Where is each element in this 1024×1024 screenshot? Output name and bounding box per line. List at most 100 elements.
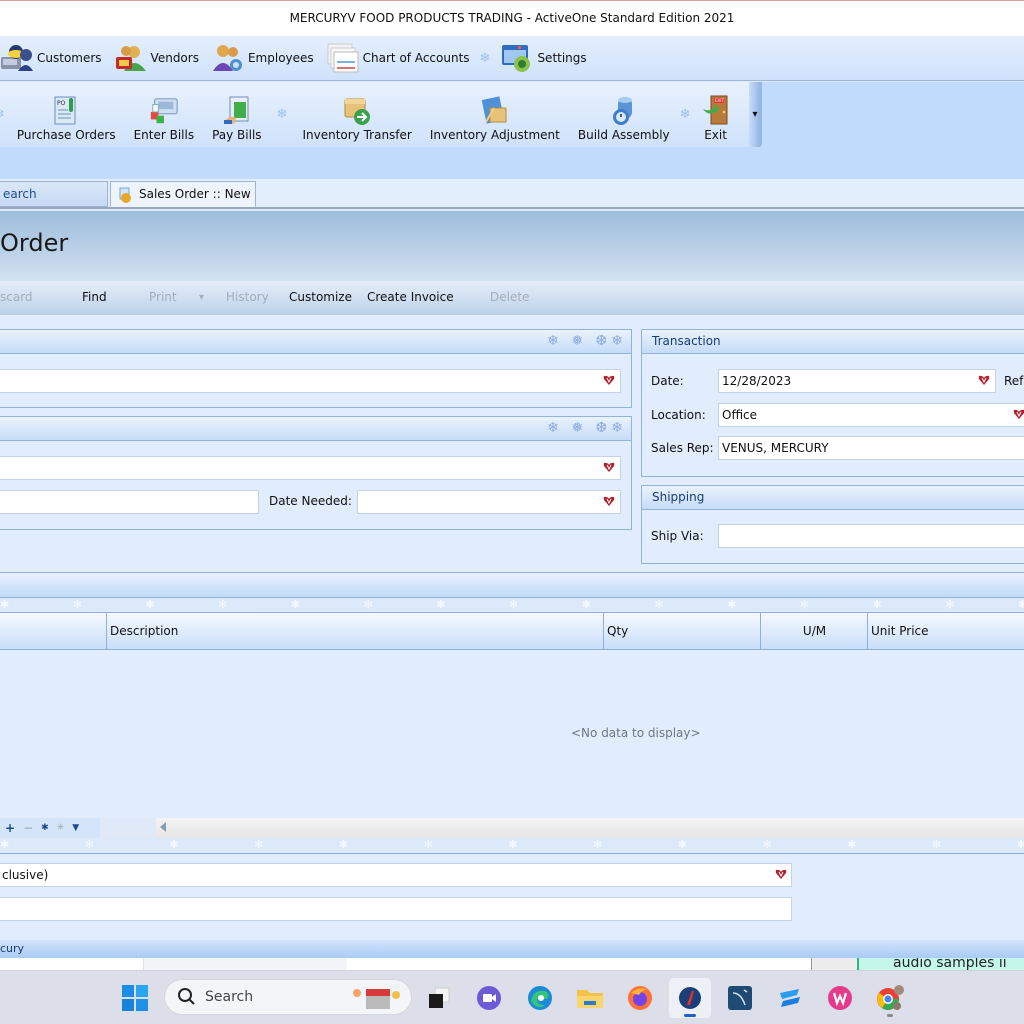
document-tab-strip: earch Documents Sales Order :: New — [0, 179, 1024, 225]
history-button[interactable]: History — [226, 290, 269, 304]
toolbar-enter-bills[interactable]: Enter Bills — [125, 82, 204, 147]
toolbar-enter-bills-label: Enter Bills — [133, 128, 195, 142]
toolbar-overflow-button[interactable]: ▾ — [749, 82, 761, 147]
nav-customers-label: Customers — [37, 51, 102, 65]
print-button[interactable]: Print — [149, 290, 177, 304]
column-header-unit-price[interactable]: Unit Price — [867, 613, 1024, 649]
taskbar-firefox[interactable] — [619, 978, 661, 1018]
dropdown-heart-icon[interactable] — [1013, 409, 1024, 420]
snowflake-icon: ❄ — [679, 107, 691, 122]
customer-combo[interactable] — [0, 369, 621, 393]
taskbar-task-view[interactable] — [418, 978, 460, 1018]
toolbar-inventory-transfer[interactable]: Inventory Transfer — [293, 82, 420, 147]
dropdown-heart-icon[interactable] — [603, 375, 615, 386]
memo-field[interactable] — [0, 897, 792, 921]
main-navbar: Customers Vendors Employees Chart of Acc… — [0, 36, 1024, 81]
print-dropdown-button[interactable]: ▾ — [199, 292, 204, 303]
toolbar-inventory-adjustment-label: Inventory Adjustment — [429, 128, 560, 142]
taskbar-search-box[interactable]: Search — [164, 979, 412, 1015]
snowflake-icon: ❄ — [276, 107, 288, 122]
dropdown-heart-icon[interactable] — [775, 869, 787, 880]
duplicate-row-icon[interactable]: ✳ — [57, 823, 65, 833]
toolbar-purchase-orders[interactable]: PO Purchase Orders — [5, 82, 125, 147]
date-field[interactable]: 12/28/2023 — [718, 369, 996, 393]
taskbar-mysql-workbench[interactable] — [719, 978, 761, 1018]
windows-logo-icon — [122, 985, 148, 1011]
toolbar-inventory-adjustment[interactable]: Inventory Adjustment — [421, 82, 569, 147]
column-header-qty[interactable]: Qty — [603, 613, 760, 649]
sales-rep-value: VENUS, MERCURY — [722, 441, 829, 455]
customize-button[interactable]: Customize — [289, 290, 352, 304]
remove-row-icon[interactable]: − — [23, 821, 33, 835]
taskbar-meet[interactable] — [468, 978, 510, 1018]
taskbar-file-explorer[interactable] — [569, 978, 611, 1018]
ship-to-combo[interactable] — [0, 456, 621, 480]
delete-button[interactable]: Delete — [490, 290, 529, 304]
create-invoice-button[interactable]: Create Invoice — [367, 290, 454, 304]
customer-panel: ❄ ❅ ❆❄ — [0, 329, 632, 408]
tab-search-documents[interactable]: earch Documents — [0, 181, 108, 225]
date-needed-field[interactable] — [357, 490, 621, 514]
taskbar-edge[interactable] — [519, 978, 561, 1018]
nav-settings-label: Settings — [537, 51, 587, 65]
taskbar-activeone[interactable] — [669, 978, 711, 1018]
toolbar-exit-label: Exit — [704, 128, 727, 142]
taskbar-blue-app[interactable] — [769, 978, 811, 1018]
transaction-panel-title: Transaction — [652, 334, 721, 348]
ship-via-label: Ship Via: — [651, 529, 704, 543]
vendors-icon — [114, 41, 148, 75]
insert-row-icon[interactable]: ✱ — [41, 823, 49, 833]
toolbar-purchase-orders-label: Purchase Orders — [16, 128, 116, 142]
column-header-um[interactable]: U/M — [760, 613, 868, 649]
dropdown-heart-icon[interactable] — [603, 462, 615, 473]
line-items-grid-header: Description Qty U/M Unit Price — [0, 612, 1024, 650]
grid-horizontal-scrollbar[interactable] — [156, 818, 1024, 838]
toolbar-build-assembly[interactable]: Build Assembly — [569, 82, 688, 147]
date-value: 12/28/2023 — [722, 374, 792, 388]
location-combo[interactable]: Office — [718, 403, 1024, 427]
chrome-icon — [877, 985, 904, 1010]
dropdown-heart-icon[interactable] — [978, 375, 990, 386]
discard-button[interactable]: scard — [0, 290, 33, 304]
scroll-left-arrow-icon[interactable] — [160, 822, 166, 832]
column-header-description[interactable]: Description — [106, 613, 603, 649]
inventory-adjustment-icon — [480, 96, 510, 126]
column-header-item[interactable] — [0, 613, 107, 649]
nav-customers[interactable]: Customers — [0, 36, 108, 80]
add-row-icon[interactable]: + — [5, 821, 15, 835]
transaction-panel-header: Transaction — [642, 330, 1024, 354]
start-button[interactable] — [121, 984, 149, 1012]
status-bar: cury — [0, 940, 1024, 958]
nav-chart-of-accounts[interactable]: Chart of Accounts — [320, 36, 476, 80]
toolbar-pay-bills[interactable]: Pay Bills — [203, 82, 270, 147]
window-title: MERCURYV FOOD PRODUCTS TRADING - ActiveO… — [289, 11, 735, 25]
sales-rep-combo[interactable]: VENUS, MERCURY — [718, 436, 1024, 460]
document-header — [0, 211, 1024, 281]
nav-employees-label: Employees — [247, 51, 314, 65]
toolbar-build-assembly-label: Build Assembly — [577, 128, 670, 142]
wps-office-icon — [828, 986, 852, 1010]
shipping-panel-title: Shipping — [652, 490, 705, 504]
find-button[interactable]: Find — [82, 290, 107, 304]
ship-to-panel: ❄ ❅ ❆❄ Date Needed: — [0, 416, 632, 530]
ship-via-combo[interactable] — [718, 524, 1024, 548]
line-items-grid-body[interactable] — [0, 650, 1024, 818]
dropdown-heart-icon[interactable] — [603, 496, 615, 507]
tax-combo[interactable]: clusive) — [0, 863, 792, 887]
enter-bills-icon — [149, 96, 179, 126]
filter-icon[interactable]: ▼ — [72, 823, 79, 833]
nav-employees[interactable]: Employees — [205, 36, 320, 80]
settings-icon — [500, 41, 534, 75]
tab-sales-order-new[interactable]: Sales Order :: New — [110, 181, 256, 207]
customer-panel-header: ❄ ❅ ❆❄ — [0, 330, 631, 354]
location-value: Office — [722, 408, 758, 422]
nav-vendors[interactable]: Vendors — [108, 36, 205, 80]
nav-settings[interactable]: Settings — [494, 36, 592, 80]
taskbar-chrome[interactable] — [869, 978, 911, 1018]
customers-icon — [0, 41, 34, 75]
taskbar-wps-office[interactable] — [819, 978, 861, 1018]
shipping-panel: Shipping Ship Via: — [641, 485, 1024, 564]
running-indicator — [887, 1014, 893, 1017]
toolbar-exit[interactable]: EXIT Exit — [691, 82, 749, 147]
po-number-field[interactable] — [0, 490, 259, 514]
